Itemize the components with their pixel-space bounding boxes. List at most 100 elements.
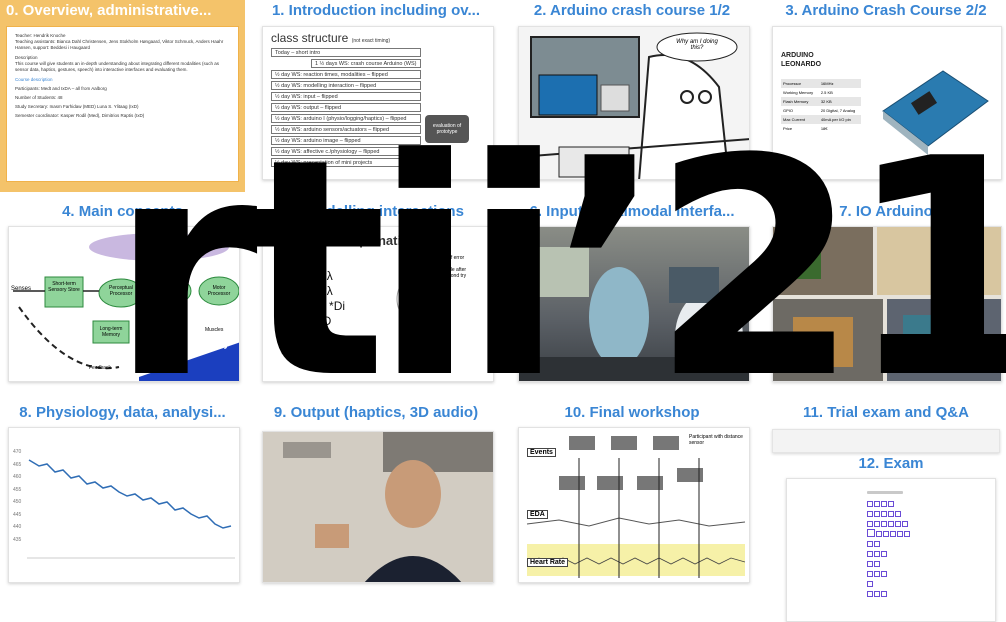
schedule-row: ½ day WS: affective c./physiology – flip… [271,147,421,156]
diagram-label: Muscles [205,327,224,333]
tile-title[interactable]: 8. Physiology, data, analysi... [0,404,245,421]
diagram-label: Long-term Memory [99,326,123,338]
tile-title[interactable]: 2. Arduino crash course 1/2 [512,2,752,19]
schedule-row: 1 ½ days WS: crash course Arduino (WS) [311,59,421,68]
thumbnail[interactable] [262,431,494,583]
tile-main-concepts[interactable]: 4. Main concepts Senses Short-term Senso… [0,200,245,390]
thumbnail[interactable] [772,226,1002,382]
thumbnail[interactable] [772,429,1000,453]
tile-final-workshop[interactable]: 10. Final workshop Events EDA Heart Rate… [512,401,752,591]
diagram-label: Perceptual Processor [109,285,133,297]
circuit-photos [773,227,1001,381]
tile-overview[interactable]: 0. Overview, administrative... Teacher: … [0,0,245,192]
thumbnail[interactable] [786,478,996,622]
slide-note: (not exact timing) [351,38,391,44]
tile-title[interactable]: 10. Final workshop [512,404,752,421]
thumbnail[interactable]: Why am I doing this? [518,26,750,180]
schedule-row: ½ day WS: presentation of mini projects [271,158,421,167]
tile-trial-exam[interactable]: 11. Trial exam and Q&A [766,401,1006,455]
annotation: circle of error [435,255,465,261]
tile-title[interactable]: 1. Introduction including ov... [256,2,496,19]
schedule-row: ½ day WS: arduino I (physio/logging/hapt… [271,114,421,123]
track-label: Heart Rate [527,558,569,567]
annotation: try [403,261,409,267]
diagram-label: Senses [11,286,32,292]
tile-title[interactable]: 0. Overview, administrative... [0,2,245,19]
tile-modelling-interactions[interactable]: 5. Modelling interactions Law – explanat… [256,200,496,390]
tile-arduino-crash-1[interactable]: 2. Arduino crash course 1/2 Why am I doi… [512,0,752,190]
y-tick: 450 [13,499,22,505]
tile-title[interactable]: 7. IO Arduino [766,203,1006,220]
thumbnail[interactable]: Law – explanation D0=D D1= D0*λ D2= D1*λ… [262,226,494,382]
slide-heading: class structure [271,31,349,45]
tile-title[interactable]: 9. Output (haptics, 3D audio) [256,404,496,421]
doc-line: Semester coordinator: Kasper Rodil (Med)… [15,113,145,118]
y-tick: 445 [13,511,22,518]
schedule-row: ½ day WS: input – flipped [271,92,421,101]
thumbnail[interactable]: Teacher: Hendrik Knoche Teaching assista… [6,26,239,182]
y-tick: 460 [13,474,22,480]
track-label: Events [527,448,556,457]
thumbnail[interactable]: ARDUINO LEONARDO Processor 16MHz Working … [772,26,1002,180]
y-tick: 455 [13,486,22,493]
tile-title[interactable]: 12. Exam [776,455,1006,472]
spec-value: 32 KB [820,99,832,104]
spec-label: Flash Memory [783,99,809,104]
thumbnail[interactable] [518,226,750,382]
evaluation-badge: evaluation of prototype [425,115,469,143]
tile-exam[interactable]: 12. Exam [776,452,1006,622]
spec-value: 18€ [820,126,828,131]
spec-value: 16MHz [820,81,834,86]
spec-value: 2.5 KB [820,90,833,95]
presenter-photo [263,432,493,582]
formula-line: S/2 [281,344,300,358]
spec-value: 20 Digital, 7 Analog [820,108,856,113]
tile-title[interactable]: 6. Input (multimodal interfa... [512,203,752,220]
y-tick: 440 [13,524,22,530]
spec-label: GPIO [783,108,794,113]
exam-grid [867,491,915,598]
spec-label: Price [783,126,793,131]
tile-physiology[interactable]: 8. Physiology, data, analysi... 470 465 … [0,401,245,591]
tile-title[interactable]: 4. Main concepts [0,203,245,220]
y-tick: 465 [13,461,22,468]
spec-label: Max Current [783,117,806,122]
tile-arduino-crash-2[interactable]: 3. Arduino Crash Course 2/2 ARDUINO LEON… [766,0,1006,190]
annotation: Participant with distance sensor [689,434,743,446]
annotation: circle after second try [443,267,467,279]
tile-input[interactable]: 6. Input (multimodal interfa... [512,200,752,390]
schedule-row: ½ day WS: arduino sensors/actuators – fl… [271,125,421,134]
slide-heading: ARDUINO LEONARDO [781,52,822,68]
tile-title[interactable]: 5. Modelling interactions [256,203,496,220]
tile-title[interactable]: 11. Trial exam and Q&A [766,404,1006,421]
schedule-row: ½ day WS: reaction times, modalities – f… [271,70,421,79]
human-processor-diagram [13,233,239,381]
spec-label: Working Memory [783,90,814,95]
doc-line: Teaching assistants: Bianca Dahl Christe… [15,39,224,50]
diagram-label: Short-term Sensory Store [48,281,80,293]
thumbnail[interactable]: Events EDA Heart Rate Participant with d… [518,427,750,583]
tile-output[interactable]: 9. Output (haptics, 3D audio) [256,401,496,591]
schedule-row: ½ day WS: arduino image – flipped [271,136,421,145]
tile-introduction[interactable]: 1. Introduction including ov... class st… [256,0,496,190]
spec-value: 40mA per I/O pin [820,117,851,122]
schedule-row: ½ day WS: output – flipped [271,103,421,112]
slide-heading: Law – explanation [305,233,417,248]
thumbnail[interactable]: 470 465 460 455 450 445 440 435 [8,427,240,583]
tile-io-arduino[interactable]: 7. IO Arduino [766,200,1006,390]
schedule-row: Today – short intro [271,48,421,57]
thumbnail[interactable]: class structure (not exact timing) Today… [262,26,494,180]
diagram-label: Cognitive Processor [157,285,181,297]
operating-room-photo [519,247,749,381]
spec-label: Processor [783,81,802,86]
track-label: EDA [527,510,548,519]
thumbnail[interactable]: Senses Short-term Sensory Store Perceptu… [8,226,240,382]
diagram-label: Working Memory [153,326,173,338]
y-tick: 435 [13,536,22,543]
spec-table: Processor 16MHz Working Memory 2.5 KB Flas… [781,79,861,133]
diagram-label: Motor Processor [207,285,231,297]
physiology-line-chart [27,459,235,559]
tile-title[interactable]: 3. Arduino Crash Course 2/2 [766,2,1006,19]
schedule-row: ½ day WS: modelling interaction – flippe… [271,81,421,90]
speech-bubble-text: Why am I doing this? [676,39,718,51]
